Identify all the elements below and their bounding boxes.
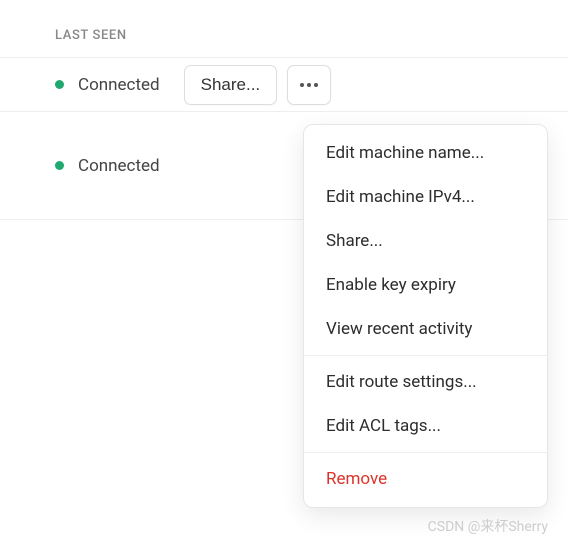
watermark: CSDN @来杯Sherry — [428, 516, 548, 536]
table-row: Connected Share... — [0, 57, 568, 111]
menu-item-edit-machine-name[interactable]: Edit machine name... — [304, 131, 547, 175]
status-text: Connected — [78, 75, 160, 95]
menu-item-edit-route-settings[interactable]: Edit route settings... — [304, 360, 547, 404]
menu-item-edit-acl-tags[interactable]: Edit ACL tags... — [304, 404, 547, 448]
menu-item-enable-key-expiry[interactable]: Enable key expiry — [304, 263, 547, 307]
menu-item-share[interactable]: Share... — [304, 219, 547, 263]
menu-item-view-recent-activity[interactable]: View recent activity — [304, 307, 547, 351]
context-menu: Edit machine name... Edit machine IPv4..… — [303, 124, 548, 508]
menu-item-remove[interactable]: Remove — [304, 457, 547, 501]
menu-item-edit-machine-ipv4[interactable]: Edit machine IPv4... — [304, 175, 547, 219]
menu-separator — [304, 355, 547, 356]
ellipsis-icon — [300, 83, 318, 87]
share-button[interactable]: Share... — [184, 65, 278, 105]
column-header-last-seen: LAST SEEN — [0, 0, 568, 57]
row-actions: Share... — [184, 65, 332, 105]
menu-separator — [304, 452, 547, 453]
status-text: Connected — [78, 156, 160, 176]
status-dot-icon — [55, 80, 64, 89]
more-button[interactable] — [287, 65, 331, 105]
status-dot-icon — [55, 161, 64, 170]
